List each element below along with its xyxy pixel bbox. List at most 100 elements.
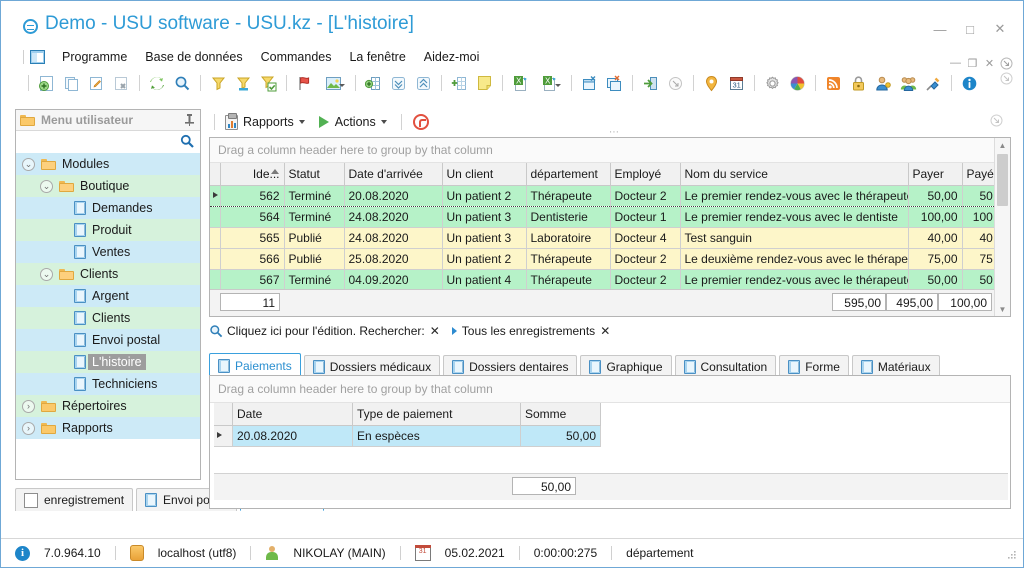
table-row[interactable]: 567 Terminé 04.09.2020 Un patient 4 Thér… (210, 270, 994, 290)
tab-consultation[interactable]: Consultation (675, 355, 777, 377)
filter-edit-hint[interactable]: Cliquez ici pour l'édition. Rechercher: (227, 324, 425, 338)
splitter-handle[interactable]: ⋯ (609, 127, 621, 138)
minimize-all-icon[interactable] (663, 71, 687, 95)
table-row[interactable]: 566 Publié 25.08.2020 Un patient 2 Théra… (210, 249, 994, 270)
detail-group-panel[interactable]: Drag a column header here to group by th… (210, 376, 1010, 403)
column-header-date[interactable]: Date d'arrivée (344, 163, 442, 186)
record-toolbar-overflow-icon[interactable] (990, 114, 1003, 130)
column-header-departement[interactable]: département (526, 163, 610, 186)
edit-record-icon[interactable] (84, 71, 108, 95)
close-window-icon[interactable] (602, 71, 626, 95)
minimize-button[interactable]: — (925, 19, 955, 39)
tab-forme[interactable]: Forme (779, 355, 849, 377)
group-icon[interactable] (361, 71, 385, 95)
tab-dossiers-dentaires[interactable]: Dossiers dentaires (443, 355, 577, 377)
filter-builder-icon[interactable] (231, 71, 255, 95)
tab-paiements[interactable]: Paiements (209, 353, 301, 377)
settings-gear-icon[interactable] (760, 71, 784, 95)
flag-icon[interactable] (292, 71, 316, 95)
column-header-somme[interactable]: Somme (521, 403, 601, 426)
undo-icon[interactable] (413, 114, 429, 130)
actions-button[interactable]: Actions (314, 112, 392, 132)
sidebar-item-demandes[interactable]: Demandes (16, 197, 200, 219)
about-info-icon[interactable] (957, 71, 981, 95)
add-column-icon[interactable] (447, 71, 471, 95)
exit-icon[interactable] (638, 71, 662, 95)
copy-record-icon[interactable] (59, 71, 83, 95)
filter-apply-icon[interactable] (256, 71, 280, 95)
grid-vertical-scrollbar[interactable]: ▲ ▼ (994, 138, 1010, 316)
sidebar-item-argent[interactable]: Argent (16, 285, 200, 307)
scrollbar-thumb[interactable] (997, 154, 1008, 206)
column-header-service[interactable]: Nom du service (680, 163, 908, 186)
filter-preset-label[interactable]: Tous les enregistrements (462, 324, 595, 338)
tab-dossiers-medicaux[interactable]: Dossiers médicaux (304, 355, 440, 377)
color-wheel-icon[interactable] (785, 71, 809, 95)
toolbar-overflow-icon[interactable] (1000, 72, 1013, 88)
note-icon[interactable] (472, 71, 496, 95)
tab-graphique[interactable]: Graphique (580, 355, 671, 377)
clear-preset-button[interactable]: ✕ (600, 324, 610, 338)
sidebar-item-ventes[interactable]: Ventes (16, 241, 200, 263)
scroll-down-icon[interactable]: ▼ (995, 302, 1010, 316)
sidebar-item-clients[interactable]: Clients (16, 307, 200, 329)
lock-icon[interactable] (846, 71, 870, 95)
export-excel-icon[interactable]: X (508, 71, 532, 95)
user-key-icon[interactable] (871, 71, 895, 95)
resize-grip-icon[interactable] (1005, 550, 1017, 562)
export-excel-options-icon[interactable]: X (533, 71, 565, 95)
menu-item-commandes[interactable]: Commandes (252, 48, 341, 66)
sidebar-search[interactable] (16, 131, 200, 154)
reports-button[interactable]: Rapports (220, 112, 310, 133)
calendar-icon[interactable]: 31 (724, 71, 748, 95)
sidebar-item-repertoires[interactable]: › Répertoires (16, 395, 200, 417)
table-row[interactable]: 562 Terminé 20.08.2020 Un patient 2 Thér… (210, 186, 994, 207)
rss-icon[interactable] (821, 71, 845, 95)
plug-icon[interactable] (921, 71, 945, 95)
expander-icon[interactable]: › (22, 400, 35, 413)
refresh-icon[interactable] (145, 71, 169, 95)
expander-icon[interactable]: ⌄ (40, 268, 53, 281)
users-icon[interactable] (896, 71, 920, 95)
sidebar-item-modules[interactable]: ⌄ Modules (16, 153, 200, 175)
expander-icon[interactable]: ⌄ (40, 180, 53, 193)
menu-item-aidez-moi[interactable]: Aidez-moi (415, 48, 489, 66)
group-panel[interactable]: Drag a column header here to group by th… (210, 138, 1010, 163)
expand-all-icon[interactable] (386, 71, 410, 95)
close-button[interactable]: ✕ (985, 19, 1015, 39)
clear-search-button[interactable]: ✕ (430, 324, 440, 338)
column-header-payer[interactable]: Payer (908, 163, 962, 186)
add-record-icon[interactable] (34, 71, 58, 95)
sidebar-item-boutique[interactable]: ⌄ Boutique (16, 175, 200, 197)
sidebar-item-clients-group[interactable]: ⌄ Clients (16, 263, 200, 285)
search-icon[interactable] (170, 71, 194, 95)
delete-record-icon[interactable] (109, 71, 133, 95)
image-icon[interactable] (317, 71, 349, 95)
bottom-tab-enregistrement[interactable]: enregistrement (15, 488, 133, 511)
sidebar-item-techniciens[interactable]: Techniciens (16, 373, 200, 395)
collapse-all-icon[interactable] (411, 71, 435, 95)
tab-materiaux[interactable]: Matériaux (852, 355, 940, 377)
maximize-button[interactable]: □ (955, 19, 985, 39)
search-input[interactable] (20, 134, 176, 152)
menu-item-base-de-donnees[interactable]: Base de données (136, 48, 251, 66)
expander-icon[interactable]: › (22, 422, 35, 435)
map-pin-icon[interactable] (699, 71, 723, 95)
column-header-paye[interactable]: Payé (962, 163, 994, 186)
sidebar-item-envoi-postal[interactable]: Envoi postal (16, 329, 200, 351)
pin-icon[interactable] (185, 114, 194, 126)
table-row[interactable]: 564 Terminé 24.08.2020 Un patient 3 Dent… (210, 207, 994, 228)
sidebar-item-produit[interactable]: Produit (16, 219, 200, 241)
table-row[interactable]: 20.08.2020 En espèces 50,00 (214, 426, 601, 447)
column-header-type[interactable]: Type de paiement (353, 403, 521, 426)
sidebar-item-rapports[interactable]: › Rapports (16, 417, 200, 439)
filter-dropdown-icon[interactable] (452, 327, 457, 335)
sidebar-item-lhistoire[interactable]: L'histoire (16, 351, 200, 373)
column-header-client[interactable]: Un client (442, 163, 526, 186)
table-row[interactable]: 565 Publié 24.08.2020 Un patient 3 Labor… (210, 228, 994, 249)
column-header-id[interactable]: Ide... (220, 163, 284, 186)
new-window-icon[interactable] (577, 71, 601, 95)
column-header-statut[interactable]: Statut (284, 163, 344, 186)
expander-icon[interactable]: ⌄ (22, 158, 35, 171)
filter-icon[interactable] (206, 71, 230, 95)
